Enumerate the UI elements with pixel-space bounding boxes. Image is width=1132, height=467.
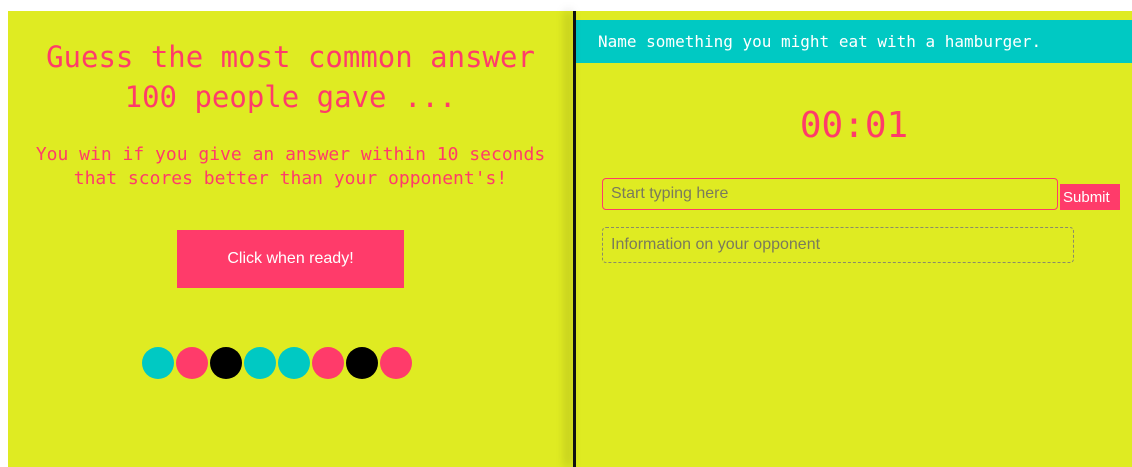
top-strip <box>576 11 1132 20</box>
app-frame: Guess the most common answer 100 people … <box>8 11 1132 467</box>
ready-button[interactable]: Click when ready! <box>177 230 404 288</box>
loading-dots <box>142 347 412 379</box>
loading-dot <box>142 347 174 379</box>
submit-button[interactable]: Submit <box>1060 184 1120 210</box>
answer-input[interactable] <box>602 178 1058 210</box>
loading-dot <box>176 347 208 379</box>
opponent-info-box: Information on your opponent <box>602 227 1074 263</box>
loading-dot <box>380 347 412 379</box>
loading-dot <box>312 347 344 379</box>
intro-panel: Guess the most common answer 100 people … <box>8 11 573 467</box>
panel-divider <box>573 11 576 467</box>
loading-dot <box>210 347 242 379</box>
loading-dot <box>278 347 310 379</box>
game-panel: Name something you might eat with a hamb… <box>576 11 1132 467</box>
countdown-timer: 00:01 <box>799 105 909 146</box>
intro-rules: You win if you give an answer within 10 … <box>35 144 546 189</box>
loading-dot <box>244 347 276 379</box>
intro-title: Guess the most common answer 100 people … <box>46 40 535 114</box>
question-banner: Name something you might eat with a hamb… <box>576 20 1132 63</box>
loading-dot <box>346 347 378 379</box>
